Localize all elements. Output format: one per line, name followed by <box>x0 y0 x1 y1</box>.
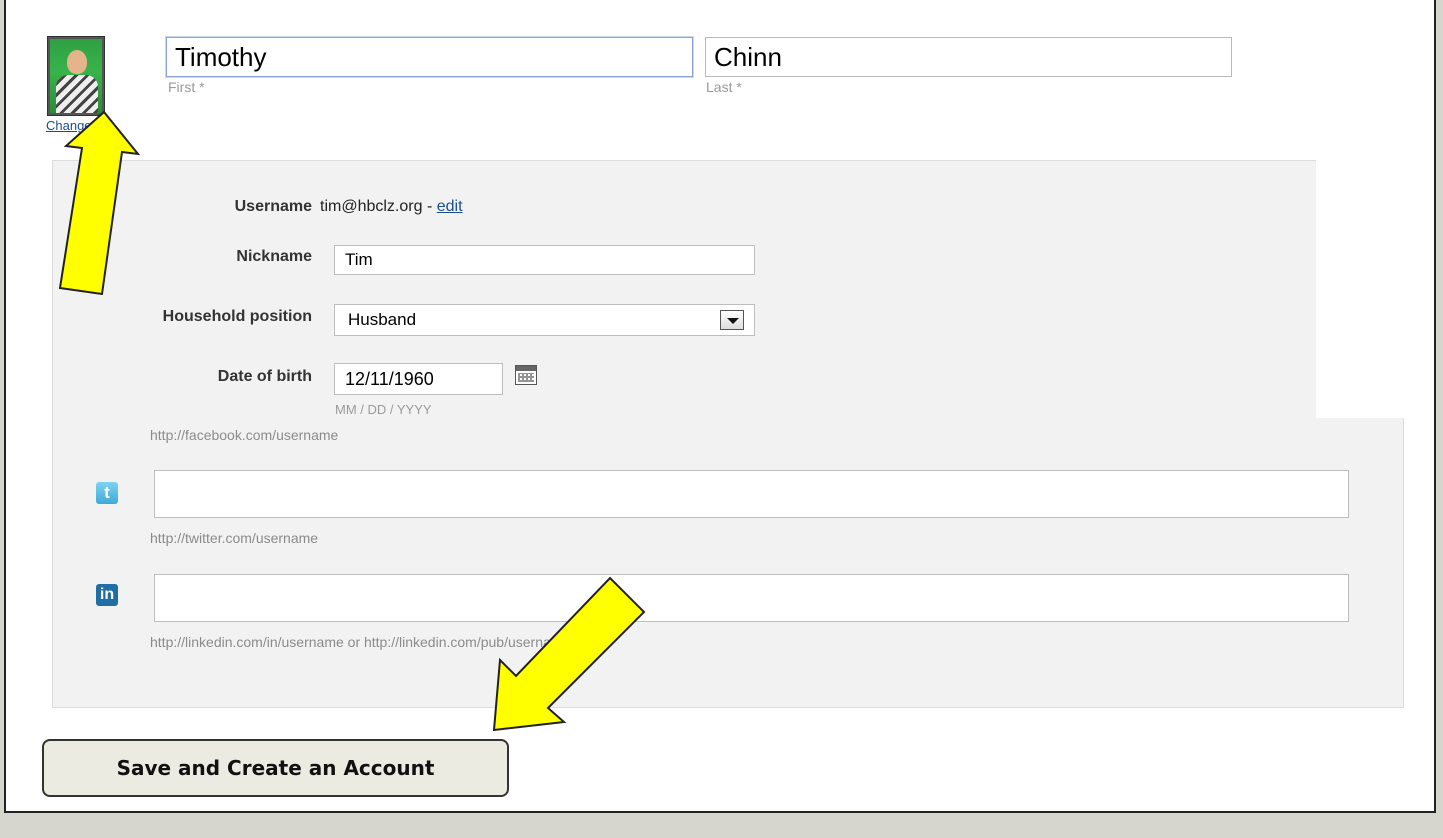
date-of-birth-label: Date of birth <box>217 368 312 385</box>
panel-notch <box>1316 160 1404 418</box>
first-name-label: First * <box>168 79 205 95</box>
dropdown-arrow-icon[interactable] <box>720 310 744 330</box>
annotation-arrow-down-left <box>492 576 646 732</box>
twitter-icon: t <box>96 482 118 504</box>
calendar-icon-grid <box>518 373 534 382</box>
calendar-icon-header <box>516 366 536 371</box>
nickname-input[interactable] <box>334 245 755 275</box>
date-of-birth-input[interactable] <box>334 363 503 395</box>
save-and-create-account-button[interactable]: Save and Create an Account <box>42 739 509 797</box>
household-position-value: Husband <box>348 310 417 329</box>
last-name-input[interactable] <box>705 37 1232 77</box>
avatar-photo <box>50 39 102 113</box>
username-text: tim@hbclz.org - <box>320 198 437 215</box>
twitter-url-hint: http://twitter.com/username <box>150 530 319 546</box>
twitter-input[interactable] <box>154 470 1349 518</box>
annotation-arrow-up <box>58 110 141 296</box>
username-value: tim@hbclz.org - edit <box>320 198 463 216</box>
linkedin-input[interactable] <box>154 574 1349 622</box>
facebook-url-hint: http://facebook.com/username <box>150 427 339 443</box>
last-name-label: Last * <box>706 79 742 95</box>
avatar-shirt <box>56 75 98 113</box>
annotation-arrow-down-left-shape <box>492 576 646 732</box>
avatar[interactable] <box>47 36 105 116</box>
avatar-head <box>67 50 87 74</box>
username-edit-link[interactable]: edit <box>437 198 463 215</box>
date-format-hint: MM / DD / YYYY <box>335 402 432 414</box>
annotation-arrow-up-shape <box>58 110 141 296</box>
first-name-input[interactable] <box>166 37 693 77</box>
linkedin-icon: in <box>96 584 118 606</box>
household-position-select[interactable]: Husband <box>334 304 755 336</box>
profile-form-page: Change First * Last * Username tim@hbclz… <box>4 0 1436 813</box>
calendar-icon[interactable] <box>515 365 537 385</box>
household-position-label: Household position <box>162 308 312 325</box>
